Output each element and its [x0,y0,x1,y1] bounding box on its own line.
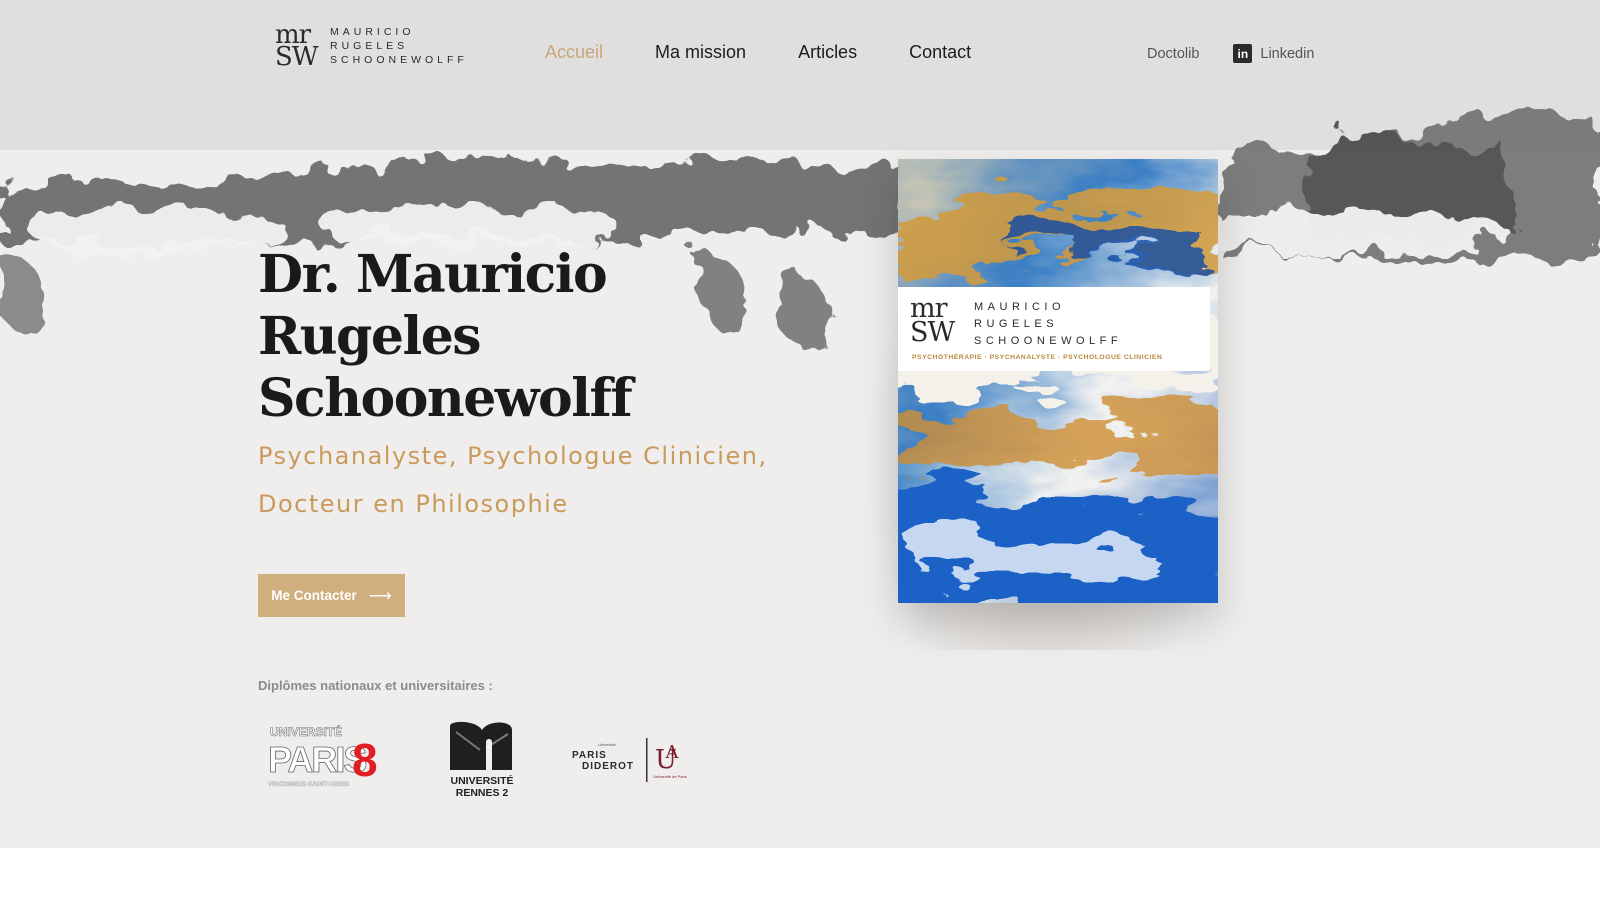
rennes2-line2: RENNES 2 [456,787,509,799]
nav-link-contact[interactable]: Contact [909,42,971,63]
logo-monogram: mr SW [275,22,325,72]
book-word: MAURICIO [974,301,1065,313]
logo-word: SCHOONEWOLFF [330,54,468,66]
ink-texture-background [0,0,1600,352]
external-links: Doctolib in Linkedin [1147,44,1314,63]
book-word: RUGELES [974,318,1059,330]
book-word: SCHOONEWOLFF [974,335,1123,347]
contact-button[interactable]: Me Contacter ⟶ [258,574,405,617]
diderot-emblem-a: A [665,742,680,763]
page-title: Dr. Mauricio Rugeles Schoonewolff [258,244,633,429]
logo-mark-line: SW [275,42,319,72]
book-mark-line: SW [910,317,955,348]
book-tagline: PSYCHOTHÉRAPIE · PSYCHANALYSTE · PSYCHOL… [912,354,1163,361]
page-subtitle: Psychanalyste, Psychologue Clinicien, Do… [258,442,768,518]
nav-link-accueil[interactable]: Accueil [545,42,603,63]
paris8-number: 8 [352,734,378,786]
contact-button-label: Me Contacter [271,588,357,603]
logo-word: MAURICIO [330,26,415,38]
nav-link-ma-mission[interactable]: Ma mission [655,42,746,63]
main-nav: Accueil Ma mission Articles Contact [545,42,1023,63]
book-wordmark: MAURICIO RUGELES SCHOONEWOLFF [974,299,1122,350]
paris8-sub: VINCENNES-SAINT-DENIS [268,781,350,788]
linkedin-link[interactable]: in Linkedin [1233,44,1314,63]
diderot-small: Université [598,742,617,747]
rennes2-line1: UNIVERSITÉ [450,774,513,787]
paris-diderot-logo: Université PARIS DIDEROT U A Université … [572,738,687,782]
book-title-band: mr SW MAURICIO RUGELES SCHOONEWOLFF PSYC… [898,287,1210,371]
linkedin-label: Linkedin [1260,45,1315,62]
nav-link-articles[interactable]: Articles [798,42,857,63]
logo-wordmark: MAURICIO RUGELES SCHOONEWOLFF [330,25,468,67]
diderot-line2: DIDEROT [582,761,634,772]
paris8-logo: UNIVERSITÉ PARIS 8 VINCENNES-SAINT-DENIS [266,722,396,794]
rennes2-logo: UNIVERSITÉ RENNES 2 [450,721,514,799]
diplomas-label: Diplômes nationaux et universitaires : [258,678,493,693]
marbled-art-image [898,159,1218,603]
book-monogram: mr SW [910,295,970,348]
diderot-line1: PARIS [572,750,607,761]
linkedin-icon: in [1233,44,1253,63]
site-logo[interactable]: mr SW MAURICIO RUGELES SCHOONEWOLFF [275,22,468,72]
arrow-right-icon: ⟶ [368,587,392,605]
hero-section: mr SW MAURICIO RUGELES SCHOONEWOLFF Accu… [0,0,1600,848]
book-cover: mr SW MAURICIO RUGELES SCHOONEWOLFF PSYC… [898,159,1218,603]
logo-word: RUGELES [330,40,409,52]
doctolib-link[interactable]: Doctolib [1147,46,1199,62]
diderot-tag: Université de Paris [653,774,687,779]
paris8-top: UNIVERSITÉ [270,724,342,739]
